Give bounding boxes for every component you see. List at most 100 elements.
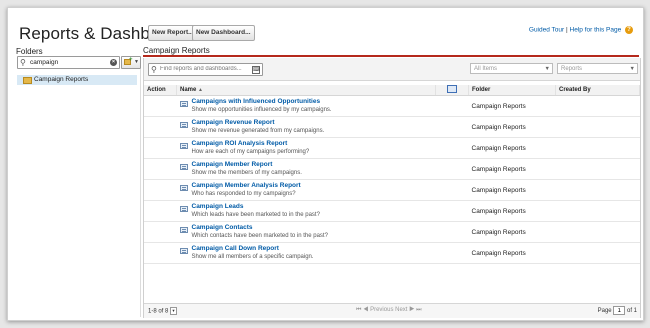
report-link[interactable]: Campaigns with Influenced Opportunities (192, 98, 433, 106)
report-link[interactable]: Campaign Member Report (192, 161, 433, 169)
row-folder: Campaign Reports (468, 179, 556, 201)
sort-asc-icon: ▲ (198, 87, 203, 93)
report-description: Show me opportunities influenced by my c… (191, 107, 332, 113)
previous-page-button[interactable]: ◀ Previous (363, 307, 393, 313)
col-action[interactable]: Action (144, 85, 177, 96)
row-type-cell (435, 158, 469, 180)
row-type-cell (435, 137, 469, 159)
table-row[interactable]: Campaign Member Report Show me the member… (144, 158, 640, 180)
report-icon (179, 248, 188, 254)
folder-item-label: Campaign Reports (34, 76, 89, 83)
page-control: Page of 1 (598, 306, 637, 315)
row-name-cell: Campaign Call Down Report Show me all mem… (176, 242, 436, 264)
items-filter-select[interactable]: All Items ▼ (470, 63, 553, 74)
page-label: Page (597, 308, 612, 315)
col-name-label: Name (180, 87, 197, 93)
report-link[interactable]: Campaign Leads (192, 203, 433, 211)
report-link[interactable]: Campaign Member Analysis Report (192, 182, 433, 190)
report-description: Who has responded to my campaigns? (191, 191, 296, 197)
main-title: Campaign Reports (143, 46, 210, 55)
row-folder: Campaign Reports (468, 158, 556, 180)
record-count: 1-8 of 8 ▾ (148, 307, 178, 315)
folder-search-value[interactable]: campaign (30, 57, 58, 68)
row-folder: Campaign Reports (468, 137, 556, 159)
record-count-label: 1-8 of 8 (148, 308, 169, 315)
report-link[interactable]: Campaign Call Down Report (192, 245, 433, 253)
list-toolbar: ⚲ ⌨ All Items ▼ Reports ▼ (144, 58, 640, 81)
help-icon[interactable]: ? (625, 26, 633, 34)
col-created-by[interactable]: Created By (555, 85, 640, 96)
table-row[interactable]: Campaign Contacts Which contacts have bee… (144, 221, 640, 243)
type-filter-select[interactable]: Reports ▼ (557, 63, 638, 74)
table-row[interactable]: Campaign Leads Which leads have been mark… (144, 200, 640, 222)
report-list-area: ⚲ ⌨ All Items ▼ Reports ▼ Action Name ▲ (143, 58, 641, 318)
first-page-button[interactable]: ⏮ (356, 307, 361, 313)
col-folder[interactable]: Folder (468, 85, 556, 96)
table-row[interactable]: Campaign Revenue Report Show me revenue g… (144, 116, 640, 138)
row-name-cell: Campaign Leads Which leads have been mark… (176, 200, 436, 222)
col-name[interactable]: Name ▲ (176, 85, 436, 96)
folder-actions-button[interactable]: + ▼ (121, 56, 141, 69)
row-folder: Campaign Reports (468, 95, 556, 117)
table-header-row: Action Name ▲ Folder Created By (144, 85, 640, 96)
row-action[interactable] (144, 137, 177, 159)
row-name-cell: Campaign Contacts Which contacts have bee… (176, 221, 436, 243)
report-description: Show me all members of a specific campai… (191, 254, 314, 260)
new-dashboard-button[interactable]: New Dashboard... (192, 25, 255, 41)
report-icon (179, 164, 188, 170)
new-report-button[interactable]: New Report... (148, 25, 198, 41)
find-reports-field[interactable]: ⚲ ⌨ (148, 63, 263, 76)
folder-item-campaign-reports[interactable]: Campaign Reports (17, 75, 137, 85)
report-description: Show me the members of my campaigns. (191, 170, 302, 176)
clear-icon[interactable]: × (110, 59, 117, 66)
table-row[interactable]: Campaign Member Analysis Report Who has r… (144, 179, 640, 201)
row-action[interactable] (144, 221, 177, 243)
list-footer: 1-8 of 8 ▾ ⏮ ◀ Previous Next ▶ ⏭ Page of… (144, 303, 640, 318)
keyboard-icon[interactable]: ⌨ (252, 66, 260, 74)
table-row[interactable]: Campaign Call Down Report Show me all mem… (144, 242, 640, 264)
row-name-cell: Campaign ROI Analysis Report How are each… (176, 137, 436, 159)
row-type-cell (435, 221, 469, 243)
report-link[interactable]: Campaign ROI Analysis Report (192, 140, 433, 148)
row-type-cell (435, 179, 469, 201)
report-description: Show me revenue generated from my campai… (191, 128, 325, 134)
row-name-cell: Campaign Member Report Show me the member… (176, 158, 436, 180)
row-folder: Campaign Reports (468, 200, 556, 222)
report-link[interactable]: Campaign Contacts (192, 224, 433, 232)
row-created-by (555, 95, 640, 117)
row-action[interactable] (144, 116, 177, 138)
report-description: Which contacts have been marketed to in … (191, 233, 328, 239)
row-action[interactable] (144, 179, 177, 201)
report-link[interactable]: Campaign Revenue Report (192, 119, 433, 127)
row-name-cell: Campaign Revenue Report Show me revenue g… (176, 116, 436, 138)
row-action[interactable] (144, 95, 177, 117)
chevron-down-icon: ▼ (134, 59, 139, 65)
table-row[interactable]: Campaign ROI Analysis Report How are each… (144, 137, 640, 159)
chevron-down-icon: ▼ (629, 66, 635, 72)
search-icon: ⚲ (151, 65, 157, 74)
guided-tour-link[interactable]: Guided Tour (529, 27, 564, 34)
help-separator: | (566, 26, 568, 34)
last-page-button[interactable]: ⏭ (416, 307, 421, 313)
folder-list: Campaign Reports (17, 69, 141, 317)
row-action[interactable] (144, 200, 177, 222)
reports-panel: Reports & Dashboards New Report... New D… (7, 7, 644, 321)
page-input[interactable] (613, 306, 626, 315)
row-type-cell (435, 95, 469, 117)
folder-search-input[interactable]: ⚲ campaign × (17, 56, 120, 69)
row-action[interactable] (144, 158, 177, 180)
folders-title: Folders (16, 47, 43, 56)
table-row[interactable]: Campaigns with Influenced Opportunities S… (144, 95, 640, 117)
help-page-link[interactable]: Help for this Page (570, 27, 622, 34)
report-icon (179, 206, 188, 212)
report-icon (179, 101, 188, 107)
row-action[interactable] (144, 242, 177, 264)
find-reports-input[interactable] (160, 65, 250, 73)
row-created-by (555, 242, 640, 264)
row-created-by (555, 200, 640, 222)
folder-icon (23, 77, 32, 84)
col-type-icon[interactable] (435, 85, 469, 96)
chevron-down-icon[interactable]: ▾ (170, 307, 178, 315)
next-page-button[interactable]: Next ▶ (395, 307, 414, 313)
report-icon (179, 227, 188, 233)
